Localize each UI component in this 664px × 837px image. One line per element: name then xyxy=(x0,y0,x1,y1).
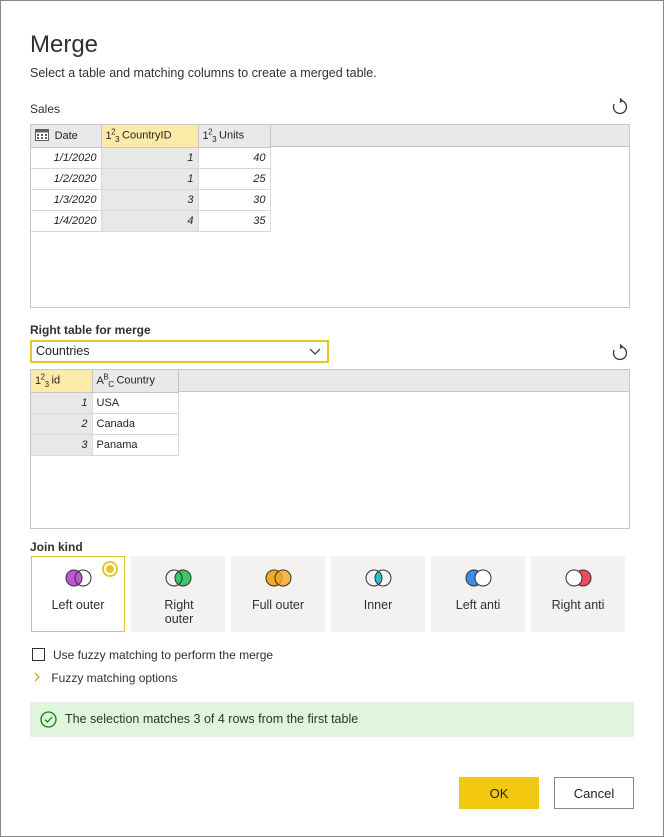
text-type-icon: ABC xyxy=(96,372,114,390)
join-kind-label: Join kind xyxy=(30,540,83,554)
fuzzy-matching-checkbox[interactable] xyxy=(32,648,45,661)
cell: 2 xyxy=(31,413,93,435)
fuzzy-matching-label[interactable]: Use fuzzy matching to perform the merge xyxy=(53,648,273,662)
cell: 1/3/2020 xyxy=(31,189,102,211)
table-row: 1 USA xyxy=(31,392,179,414)
join-label: Left outer xyxy=(51,598,105,612)
table-row: 3 Panama xyxy=(31,434,179,456)
dialog-subtitle: Select a table and matching columns to c… xyxy=(30,66,377,80)
column-header-country[interactable]: ABC Country xyxy=(92,370,179,393)
table-row: 1/3/2020 3 30 xyxy=(31,189,271,211)
table-row: 2 Canada xyxy=(31,413,179,435)
cell: 3 xyxy=(101,189,199,211)
join-label: Right outer xyxy=(164,598,194,626)
venn-right-outer-icon xyxy=(165,569,192,587)
fuzzy-options-toggle[interactable]: Fuzzy matching options xyxy=(34,671,177,685)
right-table-preview: 123 id ABC Country 1 USA 2 Canada 3 Pana… xyxy=(30,369,630,529)
cell: 35 xyxy=(198,210,271,232)
cell: 1/1/2020 xyxy=(31,147,102,169)
venn-right-anti-icon xyxy=(565,569,592,587)
venn-full-outer-icon xyxy=(265,569,292,587)
join-label: Inner xyxy=(363,598,393,612)
number-type-icon: 123 xyxy=(202,127,217,145)
join-left-outer[interactable]: Left outer xyxy=(31,556,125,632)
cell: 1/4/2020 xyxy=(31,210,102,232)
cell: 1/2/2020 xyxy=(31,168,102,190)
ok-button[interactable]: OK xyxy=(459,777,539,809)
column-header-countryid[interactable]: 123 CountryID xyxy=(101,125,199,148)
refresh-right-icon[interactable] xyxy=(609,342,631,364)
table-row: 1/4/2020 4 35 xyxy=(31,210,271,232)
right-table-label: Right table for merge xyxy=(30,323,151,337)
venn-left-outer-icon xyxy=(65,569,92,587)
calendar-icon xyxy=(35,129,52,142)
column-name: Date xyxy=(54,130,78,143)
table-row: 1/2/2020 1 25 xyxy=(31,168,271,190)
cell: Canada xyxy=(92,413,179,435)
cell: 1 xyxy=(101,168,199,190)
status-message: The selection matches 3 of 4 rows from t… xyxy=(65,712,359,726)
table-row: 1/1/2020 1 40 xyxy=(31,147,271,169)
dropdown-value: Countries xyxy=(36,344,90,358)
fuzzy-options-label: Fuzzy matching options xyxy=(51,671,178,685)
column-name: CountryID xyxy=(122,129,172,142)
column-header-id[interactable]: 123 id xyxy=(31,370,93,393)
right-table-dropdown[interactable]: Countries xyxy=(30,340,329,363)
chevron-right-icon xyxy=(34,671,43,685)
number-type-icon: 123 xyxy=(105,127,120,145)
join-left-anti[interactable]: Left anti xyxy=(431,556,525,632)
column-header-units[interactable]: 123 Units xyxy=(198,125,271,148)
right-table-grid: 123 id ABC Country 1 USA 2 Canada 3 Pana… xyxy=(31,370,179,456)
cell: 4 xyxy=(101,210,199,232)
refresh-left-icon[interactable] xyxy=(609,96,631,118)
cell: 25 xyxy=(198,168,271,190)
cell: USA xyxy=(92,392,179,414)
cell: 1 xyxy=(101,147,199,169)
join-full-outer[interactable]: Full outer xyxy=(231,556,325,632)
column-name: id xyxy=(51,374,61,387)
venn-inner-icon xyxy=(365,569,392,587)
chevron-down-icon xyxy=(309,345,321,359)
join-right-anti[interactable]: Right anti xyxy=(531,556,625,632)
cell: 3 xyxy=(31,434,93,456)
column-header-date[interactable]: Date xyxy=(31,125,102,148)
check-circle-icon xyxy=(40,711,57,728)
cell: 1 xyxy=(31,392,93,414)
cell: Panama xyxy=(92,434,179,456)
cancel-button[interactable]: Cancel xyxy=(554,777,634,809)
join-inner[interactable]: Inner xyxy=(331,556,425,632)
cell: 40 xyxy=(198,147,271,169)
merge-dialog: Merge Select a table and matching column… xyxy=(0,0,664,837)
cell: 30 xyxy=(198,189,271,211)
match-status-banner: The selection matches 3 of 4 rows from t… xyxy=(30,702,634,737)
left-table-grid: Date 123 CountryID 123 Units 1/1/2020 1 40 xyxy=(31,125,271,232)
join-right-outer[interactable]: Right outer xyxy=(131,556,225,632)
number-type-icon: 123 xyxy=(35,372,49,390)
join-label: Full outer xyxy=(251,598,305,612)
left-table-preview: Date 123 CountryID 123 Units 1/1/2020 1 40 xyxy=(30,124,630,308)
dialog-title: Merge xyxy=(30,31,99,58)
selected-radio-icon xyxy=(102,561,118,577)
column-name: Country xyxy=(116,374,155,387)
join-label: Left anti xyxy=(455,598,501,612)
left-table-name: Sales xyxy=(30,102,61,116)
join-label: Right anti xyxy=(551,598,605,612)
venn-left-anti-icon xyxy=(465,569,492,587)
column-name: Units xyxy=(219,129,245,142)
